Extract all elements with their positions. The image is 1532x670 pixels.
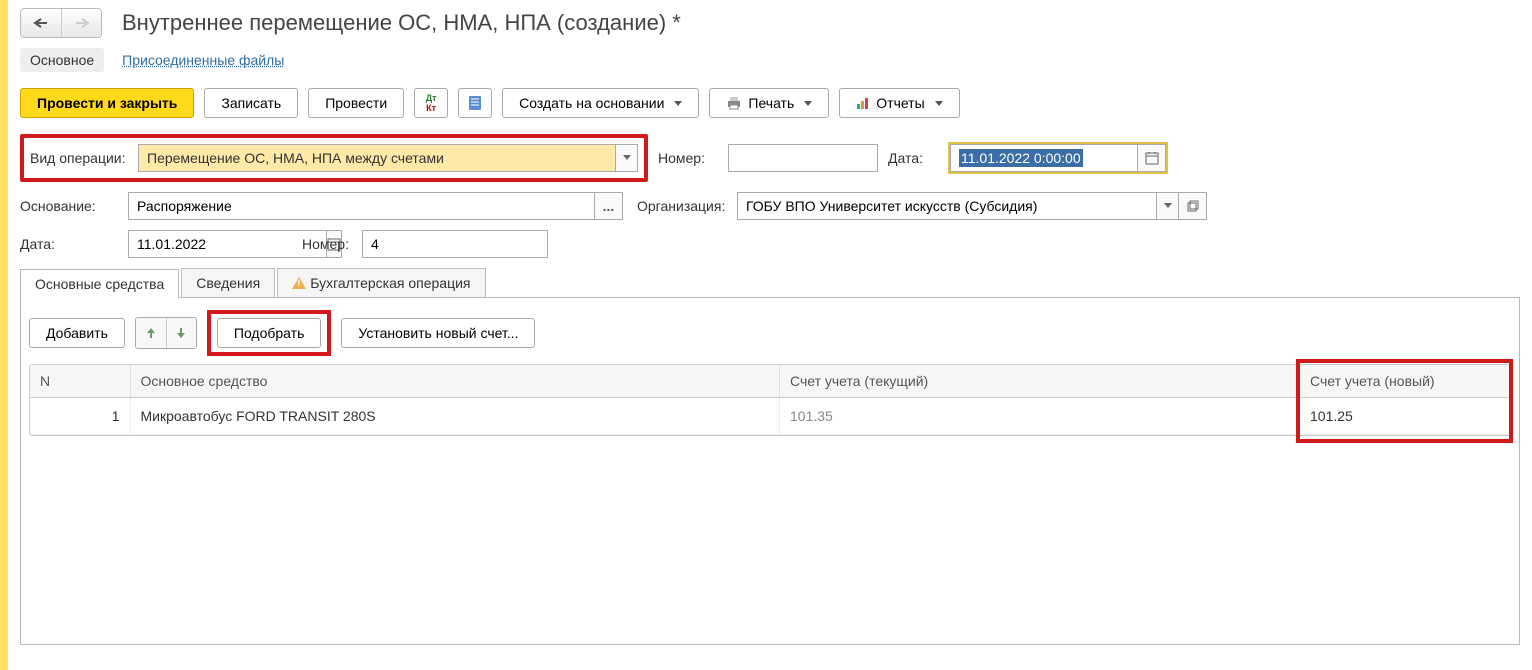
op-type-label: Вид операции: <box>30 150 138 166</box>
set-new-account-button[interactable]: Установить новый счет... <box>341 318 535 348</box>
chevron-down-icon <box>1164 203 1172 209</box>
col-n[interactable]: N <box>30 365 130 398</box>
save-button[interactable]: Записать <box>204 88 298 118</box>
col-acc-current[interactable]: Счет учета (текущий) <box>780 365 1300 398</box>
number-input[interactable] <box>728 144 878 172</box>
tab-assets[interactable]: Основные средства <box>20 269 179 298</box>
arrow-down-icon <box>176 327 186 339</box>
pick-button[interactable]: Подобрать <box>217 318 322 348</box>
org-open-button[interactable] <box>1179 192 1207 220</box>
date-input[interactable]: 11.01.2022 0:00:00 <box>950 144 1138 172</box>
date-field-wrap: 11.01.2022 0:00:00 <box>948 142 1168 174</box>
top-tab-files[interactable]: Присоединенные файлы <box>122 48 284 72</box>
list-icon <box>468 95 482 111</box>
date-calendar-button[interactable] <box>1138 144 1166 172</box>
list-icon-button[interactable] <box>458 88 492 118</box>
open-icon <box>1187 200 1199 212</box>
dt-kt-icon: ДтКт <box>426 93 437 113</box>
reports-icon <box>856 96 870 110</box>
number2-input[interactable] <box>362 230 548 258</box>
print-button[interactable]: Печать <box>709 88 829 118</box>
add-row-button[interactable]: Добавить <box>29 318 125 348</box>
basis-label: Основание: <box>20 198 128 214</box>
table-row[interactable]: 1 Микроавтобус FORD TRANSIT 280S 101.35 … <box>30 398 1510 435</box>
op-type-select[interactable]: Перемещение ОС, НМА, НПА между счетами <box>138 144 616 172</box>
basis-dots-button[interactable]: ... <box>595 192 623 220</box>
cell-acc-current: 101.35 <box>780 398 1300 435</box>
number-label: Номер: <box>658 150 718 166</box>
arrow-right-icon <box>74 18 90 28</box>
post-and-close-button[interactable]: Провести и закрыть <box>20 88 194 118</box>
org-select-arrow[interactable] <box>1157 192 1179 220</box>
top-tab-main[interactable]: Основное <box>20 48 104 72</box>
print-icon <box>726 96 742 110</box>
outer-sidebar <box>0 0 8 670</box>
detail-tabs: Основные средства Сведения Бухгалтерская… <box>20 268 1520 298</box>
arrow-left-icon <box>33 18 49 28</box>
nav-back-button[interactable] <box>21 9 61 37</box>
calendar-icon <box>1145 151 1159 165</box>
cell-acc-new: 101.25 <box>1300 398 1510 435</box>
nav-buttons <box>20 8 102 38</box>
assets-table: N Основное средство Счет учета (текущий)… <box>29 364 1511 436</box>
col-asset[interactable]: Основное средство <box>130 365 780 398</box>
arrow-up-icon <box>146 327 156 339</box>
cell-n: 1 <box>30 398 130 435</box>
basis-input[interactable] <box>128 192 595 220</box>
number2-label: Номер: <box>302 236 362 252</box>
org-input[interactable] <box>737 192 1157 220</box>
col-acc-new[interactable]: Счет учета (новый) <box>1300 365 1510 398</box>
chevron-down-icon <box>623 155 631 161</box>
reports-button[interactable]: Отчеты <box>839 88 959 118</box>
cell-asset: Микроавтобус FORD TRANSIT 280S <box>130 398 780 435</box>
move-down-button[interactable] <box>166 318 196 348</box>
nav-forward-button[interactable] <box>61 9 101 37</box>
table-toolbar: Добавить Подобрать Установить новый счет… <box>21 298 1519 364</box>
tab-info[interactable]: Сведения <box>181 268 275 297</box>
tab-acc-op[interactable]: Бухгалтерская операция <box>277 268 485 297</box>
date2-label: Дата: <box>20 236 128 252</box>
move-row-group <box>135 317 197 349</box>
pick-highlight: Подобрать <box>207 310 332 356</box>
date-value-selected: 11.01.2022 0:00:00 <box>959 149 1083 167</box>
page-title: Внутреннее перемещение ОС, НМА, НПА (соз… <box>122 10 681 36</box>
date-label: Дата: <box>888 150 938 166</box>
org-label: Организация: <box>637 198 737 214</box>
op-type-select-arrow[interactable] <box>616 144 638 172</box>
create-from-button[interactable]: Создать на основании <box>502 88 699 118</box>
warning-icon <box>292 277 306 289</box>
toolbar: Провести и закрыть Записать Провести ДтК… <box>20 88 1520 118</box>
date2-input[interactable] <box>128 230 327 258</box>
dt-kt-button[interactable]: ДтКт <box>414 88 448 118</box>
move-up-button[interactable] <box>136 318 166 348</box>
post-button[interactable]: Провести <box>308 88 404 118</box>
top-tab-links: Основное Присоединенные файлы <box>20 48 1520 72</box>
op-type-highlight: Вид операции: Перемещение ОС, НМА, НПА м… <box>20 134 648 182</box>
